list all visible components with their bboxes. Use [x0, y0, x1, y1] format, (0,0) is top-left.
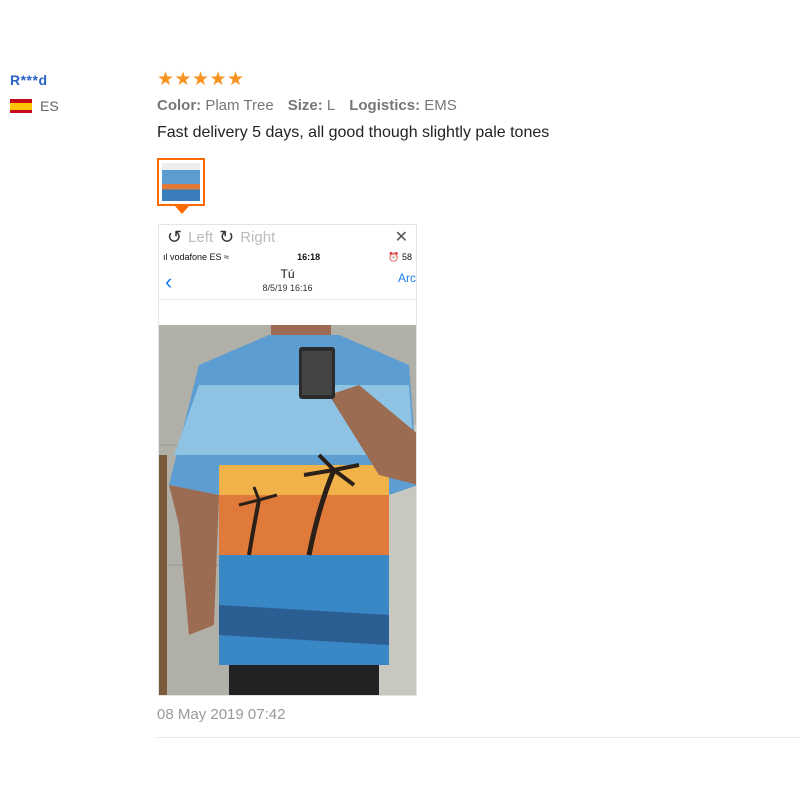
review-body: ★ ★ ★ ★ ★ Color: Plam Tree Size: L Logis…: [157, 70, 797, 142]
reviewer-country: ES: [10, 98, 59, 114]
phone-nav-subtitle: 8/5/19 16:16: [262, 283, 313, 293]
star-rating: ★ ★ ★ ★ ★: [157, 70, 797, 90]
star-icon: ★: [227, 69, 245, 90]
review-comment: Fast delivery 5 days, all good though sl…: [157, 124, 550, 141]
rotate-right-button[interactable]: Right: [240, 229, 275, 246]
spain-flag-icon: [10, 99, 32, 113]
star-icon: ★: [157, 69, 175, 90]
rotate-left-icon[interactable]: ↺: [167, 227, 182, 248]
review-date: 08 May 2019 07:42: [157, 706, 286, 723]
battery-text: ⏰ 58: [388, 251, 412, 262]
rotate-right-icon[interactable]: ↻: [219, 227, 234, 248]
star-icon: ★: [192, 69, 210, 90]
color-value: Plam Tree: [205, 97, 274, 114]
review-photo: [159, 325, 416, 695]
country-code: ES: [40, 98, 59, 114]
size-value: L: [326, 97, 336, 114]
close-icon[interactable]: ✕: [395, 227, 408, 247]
reviewer-info: R***d ES: [10, 72, 59, 114]
color-label: Color:: [157, 97, 202, 114]
phone-nav-action: Arc: [398, 271, 416, 285]
viewer-toolbar: ↺ Left ↻ Right ✕: [159, 225, 416, 249]
rotate-left-button[interactable]: Left: [188, 229, 213, 246]
phone-nav-title: Tú: [280, 267, 295, 281]
star-icon: ★: [209, 69, 227, 90]
phone-nav-bar: ‹ Tú 8/5/19 16:16 Arc: [159, 265, 416, 300]
star-icon: ★: [174, 69, 192, 90]
phone-status-bar: ıl vodafone ES ≈ 16:18 ⏰ 58: [159, 249, 416, 265]
carrier-text: ıl vodafone ES ≈: [163, 252, 229, 262]
review-photo-thumbnail[interactable]: [157, 158, 205, 206]
order-attributes: Color: Plam Tree Size: L Logistics: EMS: [157, 97, 797, 114]
logistics-label: Logistics:: [349, 97, 421, 114]
reviewer-name: R***d: [10, 72, 48, 88]
photo-viewer: ↺ Left ↻ Right ✕ ıl vodafone ES ≈ 16:18 …: [158, 224, 417, 696]
thumbnail-pointer: [175, 206, 189, 214]
phone-time: 16:18: [297, 252, 321, 262]
review-divider: [157, 737, 800, 738]
size-label: Size:: [287, 97, 323, 114]
logistics-value: EMS: [424, 97, 457, 114]
